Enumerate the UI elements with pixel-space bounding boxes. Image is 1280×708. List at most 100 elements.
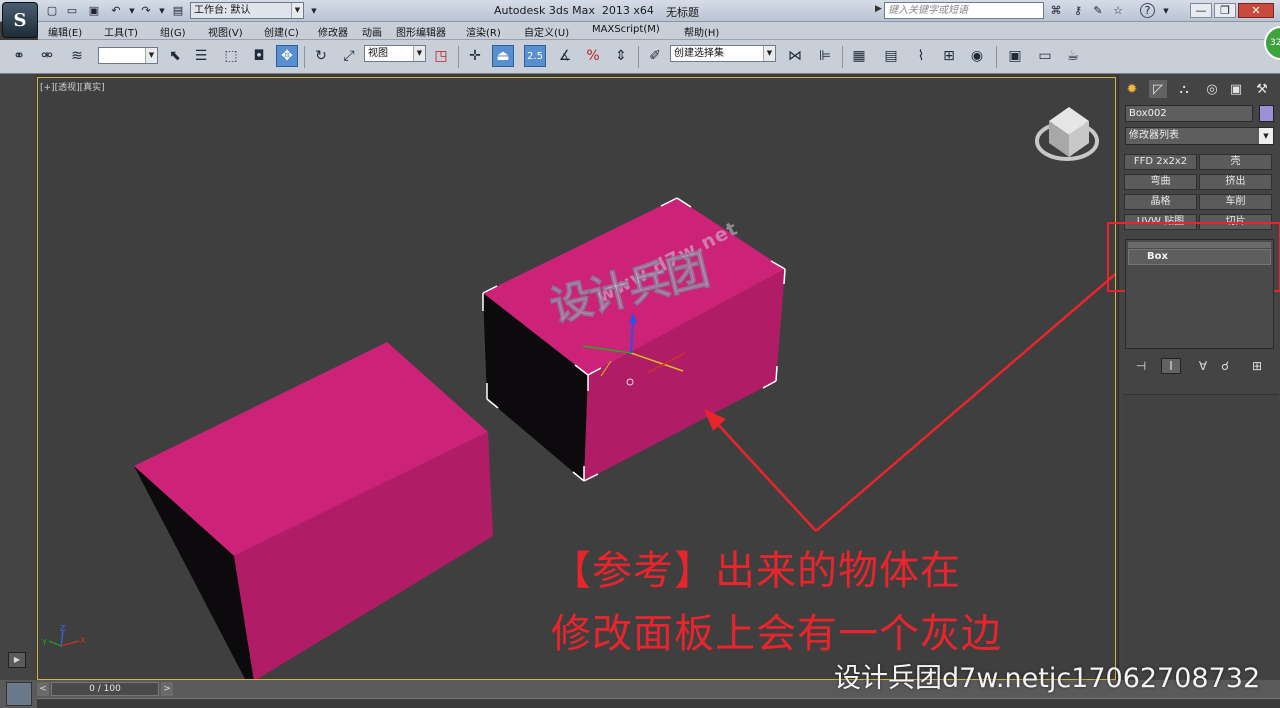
unlink-icon[interactable]: ⚮ xyxy=(36,45,58,67)
workspace-dropdown[interactable]: 工作台: 默认 ▼ xyxy=(190,2,304,19)
align-icon[interactable]: ⊫ xyxy=(814,45,836,67)
motion-tab-icon[interactable]: ◎ xyxy=(1203,80,1221,98)
show-end-result-icon[interactable]: I xyxy=(1161,358,1181,374)
object-name-field[interactable]: Box002 xyxy=(1125,105,1253,122)
new-file-icon[interactable]: ▢ xyxy=(44,3,60,18)
layer-manager-icon[interactable]: ▦ xyxy=(848,45,870,67)
menu-help[interactable]: 帮助(H) xyxy=(684,24,719,39)
named-selection-dropdown[interactable]: 创建选择集 ▼ xyxy=(670,45,776,62)
remove-modifier-icon[interactable]: ☌ xyxy=(1215,358,1235,374)
stack-item-box[interactable]: Box xyxy=(1128,249,1271,265)
mini-curve-icon[interactable] xyxy=(6,682,32,706)
mirror-icon[interactable]: ⋈ xyxy=(784,45,806,67)
select-scale-icon[interactable]: ⤢ xyxy=(338,45,360,67)
pin-stack-icon[interactable]: ⊣ xyxy=(1131,358,1151,374)
modify-tab-icon[interactable]: ◸ xyxy=(1149,80,1167,98)
box-object-2-selected[interactable] xyxy=(482,197,786,482)
time-slider-thumb[interactable]: 0 / 100 xyxy=(51,682,159,696)
menu-tools[interactable]: 工具(T) xyxy=(104,24,138,39)
schematic-view-icon[interactable]: ⊞ xyxy=(938,45,960,67)
snaps-toggle-icon[interactable]: 2.5 xyxy=(524,45,546,67)
menu-modifiers[interactable]: 修改器 xyxy=(318,24,348,39)
undo-icon[interactable]: ↶ xyxy=(108,3,124,18)
menu-maxscript[interactable]: MAXScript(M) xyxy=(592,24,660,35)
select-rotate-icon[interactable]: ↻ xyxy=(310,45,332,67)
menu-views[interactable]: 视图(V) xyxy=(208,24,243,39)
render-production-icon[interactable]: ☕ xyxy=(1062,45,1084,67)
modifier-bend-button[interactable]: 弯曲 xyxy=(1124,174,1197,190)
modifier-extrude-button[interactable]: 挤出 xyxy=(1199,174,1272,190)
rendered-frame-window-icon[interactable]: ▭ xyxy=(1034,45,1056,67)
modifier-lathe-button[interactable]: 车削 xyxy=(1199,194,1272,210)
render-setup-icon[interactable]: ▣ xyxy=(1004,45,1026,67)
utilities-tab-icon[interactable]: ⚒ xyxy=(1253,80,1271,98)
close-icon[interactable]: ✕ xyxy=(1238,3,1274,18)
percent-snap-icon[interactable]: % xyxy=(582,45,604,67)
viewcube-icon[interactable] xyxy=(1035,107,1099,161)
object-color-swatch[interactable] xyxy=(1259,105,1274,122)
annotation-line-2: 修改面板上会有一个灰边 xyxy=(551,611,1002,657)
communication-icon[interactable]: ✎ xyxy=(1090,3,1106,18)
display-tab-icon[interactable]: ▣ xyxy=(1227,80,1245,98)
redo-icon[interactable]: ↷ xyxy=(138,3,154,18)
window-crossing-icon[interactable]: ◘ xyxy=(248,45,270,67)
chevron-down-icon: ▼ xyxy=(145,48,157,63)
create-tab-icon[interactable]: ✹ xyxy=(1123,80,1141,98)
material-editor-icon[interactable]: ◉ xyxy=(966,45,988,67)
graphite-ribbon-icon[interactable]: ▤ xyxy=(880,45,902,67)
keyboard-shortcut-override-icon[interactable]: ⏏ xyxy=(492,45,514,67)
menu-animation[interactable]: 动画 xyxy=(362,24,382,39)
select-by-name-icon[interactable]: ☰ xyxy=(190,45,212,67)
pivot-center-icon[interactable]: ◳ xyxy=(430,45,452,67)
link-icon[interactable]: ⚭ xyxy=(8,45,30,67)
search-input[interactable]: 键入关键字或短语 xyxy=(884,2,1044,19)
binoculars-icon[interactable]: ⌘ xyxy=(1048,3,1064,18)
modifier-shell-button[interactable]: 壳 xyxy=(1199,154,1272,170)
rectangular-selection-icon[interactable]: ⬚ xyxy=(220,45,242,67)
search-arrow-icon[interactable]: ▶ xyxy=(875,4,882,14)
make-unique-icon[interactable]: ∀ xyxy=(1193,358,1213,374)
menu-create[interactable]: 创建(C) xyxy=(264,24,299,39)
menu-edit[interactable]: 编辑(E) xyxy=(48,24,82,39)
favorites-icon[interactable]: ☆ xyxy=(1110,3,1126,18)
edit-named-selection-icon[interactable]: ✐ xyxy=(644,45,666,67)
select-object-icon[interactable]: ⬉ xyxy=(164,45,186,67)
menu-rendering[interactable]: 渲染(R) xyxy=(466,24,501,39)
angle-snap-icon[interactable]: ∡ xyxy=(554,45,576,67)
track-bar[interactable] xyxy=(37,698,1280,708)
perspective-viewport[interactable]: [+][透视][真实] www.d7w.net 设计兵团 X Y Z 【参考】出… xyxy=(37,77,1116,680)
help-icon[interactable]: ? xyxy=(1140,3,1155,18)
save-icon[interactable]: ▣ xyxy=(86,3,102,18)
restore-icon[interactable]: ❐ xyxy=(1214,3,1236,18)
expand-arrow-icon[interactable]: ▶ xyxy=(8,652,26,668)
hierarchy-tab-icon[interactable]: ⛬ xyxy=(1175,80,1193,98)
select-move-icon[interactable]: ✥ xyxy=(276,45,298,67)
configure-modifier-sets-icon[interactable]: ⊞ xyxy=(1247,358,1267,374)
help-dropdown-icon[interactable]: ▼ xyxy=(1158,3,1174,18)
modifier-list-dropdown[interactable]: 修改器列表 ▼ xyxy=(1125,127,1274,145)
box-object-1[interactable] xyxy=(134,342,493,680)
parameters-rollout xyxy=(1123,394,1279,679)
menu-group[interactable]: 组(G) xyxy=(160,24,186,39)
modifier-ffd-button[interactable]: FFD 2x2x2 xyxy=(1124,154,1197,170)
app-logo[interactable]: S xyxy=(2,2,38,38)
selection-filter-dropdown[interactable]: ▼ xyxy=(98,47,158,64)
time-slider-next-icon[interactable]: > xyxy=(161,682,173,696)
select-manipulate-icon[interactable]: ✛ xyxy=(464,45,486,67)
curve-editor-icon[interactable]: ⌇ xyxy=(910,45,932,67)
bind-space-warp-icon[interactable]: ≋ xyxy=(66,45,88,67)
time-slider-prev-icon[interactable]: < xyxy=(37,682,49,696)
hold-icon[interactable]: ▤ xyxy=(170,3,186,18)
redo-dropdown-icon[interactable]: ▼ xyxy=(154,3,170,18)
menu-graph-editors[interactable]: 图形编辑器 xyxy=(396,24,446,39)
reference-coordinate-dropdown[interactable]: 视图 ▼ xyxy=(364,45,426,62)
open-file-icon[interactable]: ▭ xyxy=(64,3,80,18)
snaps-toggle-label: 2.5 xyxy=(527,50,543,62)
minimize-icon[interactable]: — xyxy=(1190,3,1212,18)
menu-customize[interactable]: 自定义(U) xyxy=(524,24,569,39)
stack-gray-bar xyxy=(1128,242,1271,248)
spinner-snap-icon[interactable]: ⇕ xyxy=(610,45,632,67)
subscription-icon[interactable]: ⚷ xyxy=(1070,3,1086,18)
modifier-lattice-button[interactable]: 晶格 xyxy=(1124,194,1197,210)
quick-access-menu-icon[interactable]: ▼ xyxy=(306,3,322,18)
